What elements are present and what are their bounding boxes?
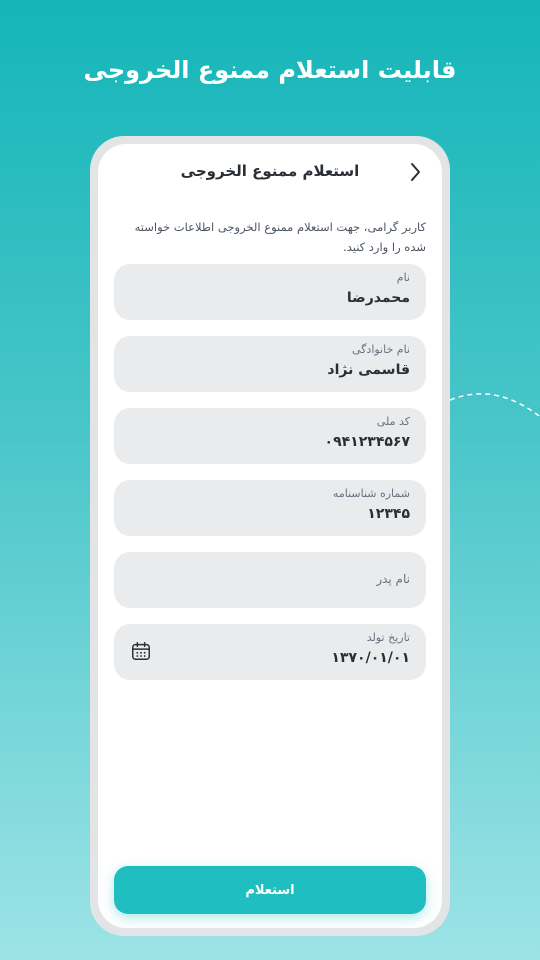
calendar-icon[interactable] <box>130 640 152 662</box>
first-name-value: محمدرضا <box>346 290 410 306</box>
promo-headline: قابلیت استعلام ممنوع الخروجی <box>83 56 457 84</box>
birth-date-field[interactable]: تاریخ تولد ۱۳۷۰/۰۱/۰۱ <box>114 624 426 680</box>
father-name-field[interactable]: نام پدر <box>114 552 426 608</box>
last-name-field[interactable]: نام خانوادگی قاسمی نژاد <box>114 336 426 392</box>
back-chevron-icon[interactable] <box>404 160 428 184</box>
phone-frame: استعلام ممنوع الخروجی کاربر گرامی، جهت ا… <box>90 136 450 936</box>
intro-text: کاربر گرامی، جهت استعلام ممنوع الخروجی ا… <box>134 220 426 254</box>
app-screen: استعلام ممنوع الخروجی کاربر گرامی، جهت ا… <box>98 144 442 928</box>
first-name-label: نام <box>396 271 410 284</box>
national-code-field[interactable]: کد ملی ۰۹۴۱۲۳۴۵۶۷ <box>114 408 426 464</box>
app-header: استعلام ممنوع الخروجی <box>98 144 442 204</box>
birth-date-label: تاریخ تولد <box>366 631 410 644</box>
submit-inquiry-button[interactable]: استعلام <box>114 866 426 914</box>
national-code-label: کد ملی <box>376 415 410 428</box>
birth-date-value: ۱۳۷۰/۰۱/۰۱ <box>331 650 410 666</box>
id-number-field[interactable]: شماره شناسنامه ۱۲۳۴۵ <box>114 480 426 536</box>
last-name-label: نام خانوادگی <box>352 343 410 356</box>
first-name-field[interactable]: نام محمدرضا <box>114 264 426 320</box>
page-title: استعلام ممنوع الخروجی <box>180 162 360 180</box>
father-name-placeholder: نام پدر <box>376 572 410 586</box>
decorative-dashed-arc <box>449 393 540 418</box>
last-name-value: قاسمی نژاد <box>327 362 410 378</box>
national-code-value: ۰۹۴۱۲۳۴۵۶۷ <box>324 434 410 450</box>
id-number-value: ۱۲۳۴۵ <box>367 506 410 522</box>
id-number-label: شماره شناسنامه <box>332 487 410 500</box>
